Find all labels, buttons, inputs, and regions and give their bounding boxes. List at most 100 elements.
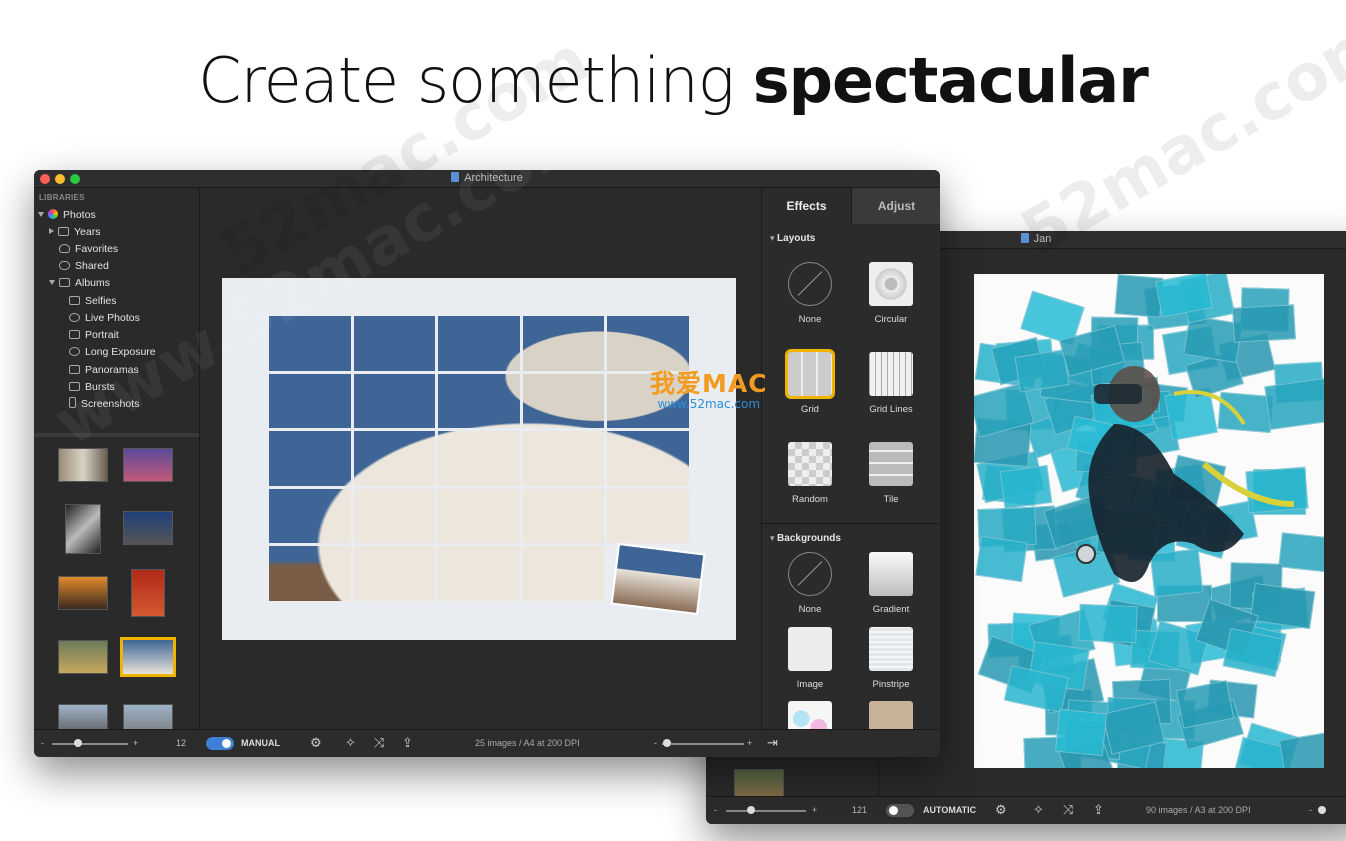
share-icon[interactable]: ⇪	[1093, 802, 1104, 818]
background-pinstripe[interactable]: Pinstripe	[861, 627, 921, 690]
settings-icon[interactable]: ⚙	[310, 735, 322, 751]
zoom-out-button[interactable]: -	[714, 805, 717, 815]
layout-none[interactable]: None	[780, 262, 840, 325]
share-icon[interactable]: ⇪	[402, 735, 413, 751]
background-gradient[interactable]: Gradient	[861, 552, 921, 615]
photo-thumbnail[interactable]	[123, 448, 173, 482]
disclosure-right-icon[interactable]	[49, 228, 54, 234]
grid-photo-tile[interactable]	[353, 546, 436, 601]
thumbnail-size-slider[interactable]	[52, 743, 128, 745]
grid-photo-tile[interactable]	[607, 316, 689, 371]
grid-photo-tile[interactable]	[522, 546, 605, 601]
photo-thumbnail[interactable]	[58, 576, 108, 610]
grid-photo-tile[interactable]	[607, 488, 689, 544]
grid-photo-tile[interactable]	[438, 546, 520, 601]
grid-photo-tile[interactable]	[607, 431, 689, 486]
sidebar-item-panoramas[interactable]: Panoramas	[69, 363, 139, 377]
shuffle-icon[interactable]: ⤨	[374, 735, 384, 751]
grid-photo-tile[interactable]	[269, 316, 351, 371]
grid-photo-tile[interactable]	[438, 373, 520, 429]
sidebar-item-screenshots[interactable]: Screenshots	[69, 397, 139, 411]
grid-photo-tile[interactable]	[522, 373, 605, 429]
background-image[interactable]: Image	[780, 627, 840, 690]
sidebar: LIBRARIES Photos Years Favorites Shared …	[34, 188, 200, 738]
watermark-logo: 我爱MAC www.52mac.com	[650, 364, 768, 411]
magic-wand-icon[interactable]: ✧	[1033, 802, 1044, 818]
canvas-zoom-knob[interactable]	[1318, 806, 1326, 814]
collage-page[interactable]	[222, 278, 736, 640]
tab-adjust[interactable]: Adjust	[851, 188, 940, 224]
magic-wand-icon[interactable]: ✧	[345, 735, 356, 751]
sidebar-item-photos[interactable]: Photos	[38, 208, 96, 222]
grid-photo-tile[interactable]	[438, 431, 520, 486]
watermark-logo-title: 我爱MAC	[650, 369, 768, 398]
photo-thumbnail[interactable]	[58, 640, 108, 674]
sidebar-item-selfies[interactable]: Selfies	[69, 294, 117, 308]
grid-photo-tile[interactable]	[522, 431, 605, 486]
rotated-photo-tile[interactable]	[610, 542, 706, 616]
disclosure-down-icon[interactable]	[49, 280, 55, 285]
tab-effects[interactable]: Effects	[762, 188, 851, 224]
sidebar-divider[interactable]	[34, 433, 199, 437]
canvas-zoom-out[interactable]: -	[654, 738, 657, 748]
shuffle-icon[interactable]: ⤨	[1063, 802, 1073, 818]
layout-random[interactable]: Random	[780, 442, 840, 505]
headline: Create something spectacular	[0, 44, 1346, 117]
canvas-zoom-in[interactable]: +	[747, 738, 752, 748]
photo-thumbnail-selected[interactable]	[120, 637, 176, 677]
thumbnail-size-slider[interactable]	[726, 810, 806, 812]
layouts-heading[interactable]: Layouts	[770, 233, 815, 244]
grid-photo-tile[interactable]	[353, 316, 436, 371]
canvas-zoom-out[interactable]: -	[1309, 805, 1312, 815]
sidebar-item-shared[interactable]: Shared	[59, 259, 109, 273]
sidebar-item-long-exposure[interactable]: Long Exposure	[69, 345, 156, 359]
grid-photo-tile[interactable]	[438, 316, 520, 371]
canvas-zoom-slider[interactable]	[662, 743, 744, 745]
sidebar-item-live-photos[interactable]: Live Photos	[69, 311, 140, 325]
sidebar-item-albums[interactable]: Albums	[49, 276, 110, 290]
backgrounds-heading[interactable]: Backgrounds	[770, 533, 841, 544]
grid-photo-tile[interactable]	[522, 316, 605, 371]
background-none[interactable]: None	[780, 552, 840, 615]
layout-circular[interactable]: Circular	[861, 262, 921, 325]
automatic-toggle[interactable]	[886, 804, 914, 817]
layout-grid-lines[interactable]: Grid Lines	[861, 352, 921, 415]
sidebar-item-portrait[interactable]: Portrait	[69, 328, 119, 342]
layout-tile[interactable]: Tile	[861, 442, 921, 505]
grid-photo-tile[interactable]	[522, 488, 605, 544]
sidebar-toggle-icon[interactable]: ⇥	[767, 735, 778, 751]
window-title: Architecture	[464, 172, 523, 184]
layout-grid[interactable]: Grid	[780, 349, 840, 415]
grid-photo-tile[interactable]	[269, 431, 351, 486]
sidebar-item-favorites[interactable]: Favorites	[59, 242, 118, 256]
zoom-in-button[interactable]: +	[812, 805, 817, 815]
canvas-zoom-knob[interactable]	[663, 739, 671, 747]
sidebar-item-years[interactable]: Years	[49, 225, 100, 239]
photo-thumbnail[interactable]	[58, 448, 108, 482]
grid-photo-tile[interactable]	[353, 431, 436, 486]
photo-thumbnail[interactable]	[131, 569, 165, 617]
grid-photo-tile[interactable]	[353, 488, 436, 544]
manual-toggle[interactable]	[206, 737, 234, 750]
disclosure-down-icon[interactable]	[38, 212, 44, 217]
none-icon	[788, 262, 832, 306]
zoom-in-button[interactable]: +	[133, 738, 138, 748]
slider-knob[interactable]	[74, 739, 82, 747]
grid-photo-tile[interactable]	[353, 373, 436, 429]
document-icon	[451, 172, 460, 182]
photo-thumbnail[interactable]	[123, 511, 173, 545]
minimize-button[interactable]	[55, 174, 65, 184]
close-button[interactable]	[40, 174, 50, 184]
slider-knob[interactable]	[747, 806, 755, 814]
sidebar-item-bursts[interactable]: Bursts	[69, 380, 115, 394]
grid-photo-tile[interactable]	[269, 373, 351, 429]
grid-photo-tile[interactable]	[269, 488, 351, 544]
zoom-button[interactable]	[70, 174, 80, 184]
panorama-icon	[69, 365, 80, 374]
zoom-out-button[interactable]: -	[41, 738, 44, 748]
settings-icon[interactable]: ⚙	[995, 802, 1007, 818]
grid-photo-tile[interactable]	[269, 546, 351, 601]
grid-photo-tile[interactable]	[438, 488, 520, 544]
photo-thumbnail[interactable]	[65, 504, 101, 554]
camera-icon	[69, 296, 80, 305]
